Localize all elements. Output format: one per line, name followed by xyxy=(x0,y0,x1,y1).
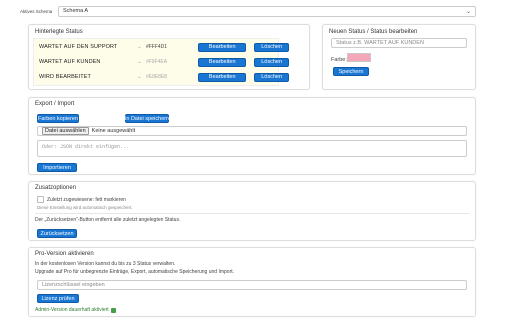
pro-title: Pro-Version aktivieren xyxy=(35,251,94,257)
file-input: Datei auswählen Keine ausgewählt xyxy=(37,126,467,136)
pro-card: Pro-Version aktivieren In der kostenlose… xyxy=(28,247,476,317)
import-button[interactable]: Importieren xyxy=(37,163,77,172)
scheme-bar: Aktives Schema Schema A ⌄ xyxy=(20,4,476,18)
status-name-input[interactable]: Status z.B. WARTET AUF KUNDEN xyxy=(331,38,467,48)
scheme-select[interactable]: Schema A ⌄ xyxy=(58,5,476,17)
status-row: WARTET AUF DEN SUPPORT → #FFF4D1 Bearbei… xyxy=(39,41,289,53)
edit-status-card: Neuen Status / Status bearbeiten Status … xyxy=(322,24,476,90)
pro-info-line1: In der kostenlosen Version kannst du bis… xyxy=(35,261,176,267)
activated-status: Admin-Version dauerhaft aktiviert xyxy=(35,307,116,313)
edit-status-button[interactable]: Bearbeiten xyxy=(198,42,247,52)
arrow-icon: → xyxy=(136,74,142,80)
options-title: Zusatzoptionen xyxy=(35,185,77,191)
save-status-button[interactable]: Speichern xyxy=(333,67,369,76)
bold-last-assigned-checkbox[interactable] xyxy=(37,196,44,203)
license-placeholder: Lizenzschlüssel eingeben xyxy=(42,282,105,288)
options-divider xyxy=(35,213,469,214)
reset-button[interactable]: Zurücksetzen xyxy=(37,229,77,238)
status-row: WIRD BEARBEITET → #E8E8E8 Bearbeiten Lös… xyxy=(39,71,289,83)
checkbox-label: Zuletzt zugewiesene: fett markieren xyxy=(47,197,126,203)
status-name: WIRD BEARBEITET xyxy=(39,74,91,80)
delete-status-button[interactable]: Löschen xyxy=(254,72,289,82)
file-status: Keine ausgewählt xyxy=(91,128,136,134)
save-to-file-button[interactable]: In Datei speichern xyxy=(125,114,169,123)
status-name-placeholder: Status z.B. WARTET AUF KUNDEN xyxy=(336,40,424,46)
license-key-input[interactable]: Lizenzschlüssel eingeben xyxy=(37,280,467,290)
delete-status-button[interactable]: Löschen xyxy=(254,57,289,67)
checkbox-hint: Diese Einstellung wird automatisch gespe… xyxy=(37,205,133,210)
copy-colors-button[interactable]: Farben kopieren xyxy=(37,114,79,123)
color-label: Farbe: xyxy=(331,57,347,63)
edit-status-button[interactable]: Bearbeiten xyxy=(198,57,247,67)
edit-status-title: Neuen Status / Status bearbeiten xyxy=(329,29,418,35)
json-import-textarea[interactable]: Oder: JSON direkt einfügen... xyxy=(37,140,467,157)
reset-note: Der „Zurücksetzen“-Button entfernt alle … xyxy=(35,217,181,223)
status-color-code: #FFF4D1 xyxy=(145,44,168,50)
status-list-card: Hinterlegte Status WARTET AUF DEN SUPPOR… xyxy=(28,24,310,90)
delete-status-button[interactable]: Löschen xyxy=(254,42,289,52)
pro-info-line2: Upgrade auf Pro für unbegrenzte Einträge… xyxy=(35,269,235,275)
export-import-card: Export / Import Farben kopieren In Datei… xyxy=(28,97,476,175)
export-import-title: Export / Import xyxy=(35,101,75,107)
chevron-down-icon: ⌄ xyxy=(465,8,471,15)
status-color-code: #E8E8E8 xyxy=(145,74,168,80)
status-list-title: Hinterlegte Status xyxy=(35,29,83,35)
arrow-icon: → xyxy=(136,44,142,50)
arrow-icon: → xyxy=(136,59,142,65)
check-license-button[interactable]: Lizenz prüfen xyxy=(37,294,79,303)
scheme-label: Aktives Schema xyxy=(20,8,53,14)
options-card: Zusatzoptionen Zuletzt zugewiesene: fett… xyxy=(28,181,476,241)
status-color-code: #F9F4EA xyxy=(145,59,168,65)
status-name: WARTET AUF DEN SUPPORT xyxy=(39,44,118,50)
status-name: WARTET AUF KUNDEN xyxy=(39,59,101,65)
choose-file-button[interactable]: Datei auswählen xyxy=(42,127,89,135)
color-picker[interactable] xyxy=(347,53,371,62)
check-icon xyxy=(110,307,116,313)
scheme-selected-value: Schema A xyxy=(63,8,89,14)
json-placeholder: Oder: JSON direkt einfügen... xyxy=(42,144,130,150)
status-row: WARTET AUF KUNDEN → #F9F4EA Bearbeiten L… xyxy=(39,56,289,68)
activated-text: Admin-Version dauerhaft aktiviert xyxy=(35,307,109,313)
edit-status-button[interactable]: Bearbeiten xyxy=(198,72,247,82)
